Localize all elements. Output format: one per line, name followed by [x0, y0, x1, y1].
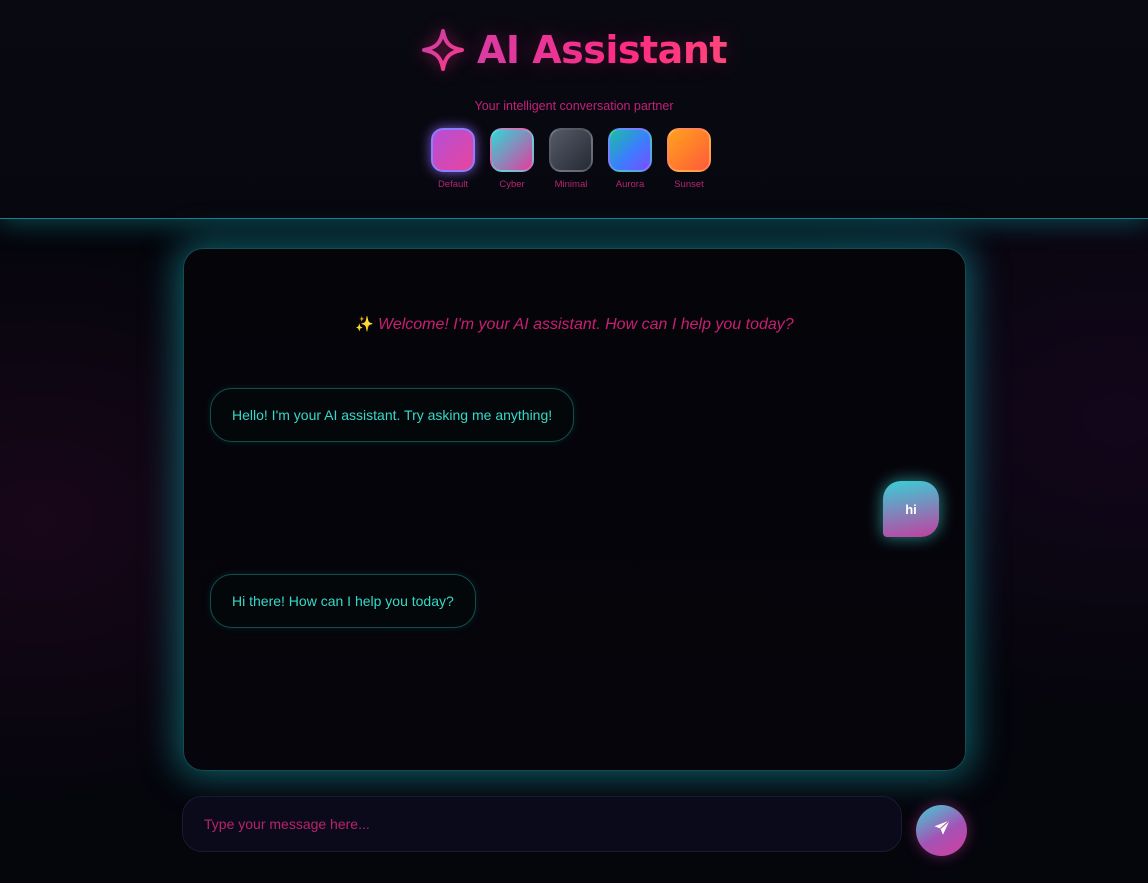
theme-option-aurora[interactable]: Aurora — [607, 128, 653, 190]
theme-label: Default — [437, 179, 469, 190]
chat-window[interactable]: ✨ Welcome! I'm your AI assistant. How can… — [183, 248, 966, 771]
message-input-wrap — [182, 796, 902, 852]
title-wrap: AI Assistant — [421, 28, 728, 72]
theme-swatch-minimal[interactable] — [549, 128, 593, 172]
send-icon — [932, 818, 952, 843]
title-row: AI Assistant — [0, 28, 1148, 84]
theme-option-default[interactable]: Default — [430, 128, 476, 190]
theme-swatch-cyber[interactable] — [490, 128, 534, 172]
assistant-message: Hi there! How can I help you today? — [210, 574, 476, 628]
theme-label: Aurora — [615, 179, 645, 190]
message-text: Hi there! How can I help you today? — [232, 593, 454, 609]
welcome-message: ✨ Welcome! I'm your AI assistant. How can… — [184, 315, 965, 334]
theme-label: Cyber — [499, 179, 525, 190]
theme-option-sunset[interactable]: Sunset — [666, 128, 712, 190]
theme-label: Minimal — [554, 179, 588, 190]
message-input[interactable] — [183, 797, 901, 851]
welcome-text: Welcome! I'm your AI assistant. How can … — [378, 316, 794, 333]
send-button[interactable] — [916, 805, 967, 856]
user-message: hi — [883, 481, 939, 537]
app-header: AI Assistant Your intelligent conversati… — [0, 0, 1148, 219]
theme-switcher: Default Cyber Minimal Aurora Sunset — [430, 128, 712, 190]
theme-swatch-aurora[interactable] — [608, 128, 652, 172]
message-text: hi — [905, 501, 917, 517]
sparkles-icon: ✨ — [355, 316, 374, 333]
theme-swatch-default[interactable] — [431, 128, 475, 172]
message-text: Hello! I'm your AI assistant. Try asking… — [232, 407, 553, 423]
theme-label: Sunset — [674, 179, 704, 190]
theme-option-cyber[interactable]: Cyber — [489, 128, 535, 190]
app-subtitle: Your intelligent conversation partner — [474, 99, 674, 113]
assistant-message: Hello! I'm your AI assistant. Try asking… — [210, 388, 575, 442]
sparkle-icon — [421, 28, 465, 72]
theme-option-minimal[interactable]: Minimal — [548, 128, 594, 190]
app-title: AI Assistant — [476, 28, 728, 72]
theme-swatch-sunset[interactable] — [667, 128, 711, 172]
